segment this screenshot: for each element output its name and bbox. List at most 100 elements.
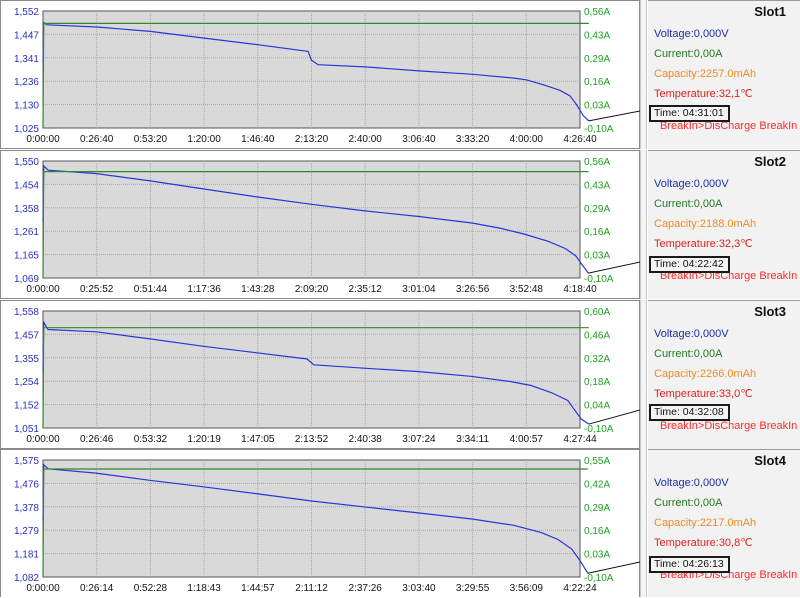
x-tick-label: 0:00:00	[26, 284, 60, 295]
slot-title: Slot2	[754, 154, 786, 169]
x-tick-label: 3:03:40	[402, 583, 436, 594]
capacity-value: 2266.0mAh	[699, 368, 757, 380]
splitter[interactable]	[640, 449, 647, 597]
y-left-tick-label: 1,341	[14, 54, 39, 65]
y-left-tick-label: 1,069	[14, 274, 39, 285]
current-label: Current:	[654, 348, 694, 360]
capacity-value: 2257.0mAh	[699, 68, 757, 80]
x-tick-label: 4:26:40	[563, 134, 597, 145]
y-right-tick-label: 0,56A	[584, 7, 610, 18]
capacity-label: Capacity:	[654, 68, 700, 80]
y-right-tick-label: -0,10A	[584, 274, 614, 285]
slot3-info-panel: Slot3 Voltage:0,000V Current:0,00A Capac…	[648, 300, 800, 449]
capacity-label: Capacity:	[654, 517, 700, 529]
x-tick-label: 4:18:40	[563, 284, 597, 295]
slot4-info-panel: Slot4 Voltage:0,000V Current:0,00A Capac…	[648, 449, 800, 597]
y-left-tick-label: 1,236	[14, 77, 39, 88]
x-tick-label: 0:00:00	[26, 434, 60, 445]
voltage-value: 0,000V	[693, 28, 729, 40]
current-readout: Current:0,00A	[654, 497, 723, 509]
slot1-chart-svg: 0:00:00 0:26:40 0:53:20 1:20:00 1:46:40 2:13:…	[0, 0, 640, 149]
temperature-label: Temperature:	[654, 88, 719, 100]
y-right-tick-label: -0,10A	[584, 424, 614, 435]
x-tick-label: 1:47:05	[241, 434, 275, 445]
y-left-tick-label: 1,454	[14, 180, 39, 191]
current-readout: Current:0,00A	[654, 348, 723, 360]
slot-row-4: 0:00:00 0:26:14 0:52:28 1:18:43 1:44:57 2:11:…	[0, 449, 800, 598]
y-left-tick-label: 1,552	[14, 7, 39, 18]
slot1-info-panel: Slot1 Voltage:0,000V Current:0,00A Capac…	[648, 0, 800, 149]
temperature-readout: Temperature:32,1℃	[654, 87, 753, 100]
x-tick-label: 1:17:36	[187, 284, 221, 295]
temperature-value: 32,3℃	[718, 238, 753, 250]
temperature-label: Temperature:	[654, 238, 719, 250]
y-left-tick-label: 1,355	[14, 354, 39, 365]
voltage-readout: Voltage:0,000V	[654, 178, 729, 190]
splitter[interactable]	[640, 300, 647, 449]
time-value: 04:26:13	[682, 558, 724, 570]
y-right-tick-label: 0,60A	[584, 307, 610, 318]
y-right-tick-label: -0,10A	[584, 124, 614, 135]
slot-row-2: 0:00:00 0:25:52 0:51:44 1:17:36 1:43:28 2:09:…	[0, 150, 800, 299]
capacity-readout: Capacity:2266.0mAh	[654, 368, 756, 380]
x-tick-label: 2:13:20	[295, 134, 329, 145]
x-tick-label: 0:53:32	[134, 434, 168, 445]
temperature-readout: Temperature:30,8℃	[654, 536, 753, 549]
x-tick-label: 3:07:24	[402, 434, 436, 445]
y-left-tick-label: 1,165	[14, 251, 39, 262]
mode-status: BreakIn>DisCharge BreakIn	[660, 420, 798, 432]
slot2-chart: 0:00:00 0:25:52 0:51:44 1:17:36 1:43:28 2:09:…	[0, 150, 640, 299]
temperature-readout: Temperature:33,0℃	[654, 387, 753, 400]
x-tick-label: 3:06:40	[402, 134, 436, 145]
temperature-label: Temperature:	[654, 388, 719, 400]
y-left-tick-label: 1,152	[14, 401, 39, 412]
y-right-tick-label: 0,43A	[584, 180, 610, 191]
splitter[interactable]	[640, 0, 647, 149]
voltage-readout: Voltage:0,000V	[654, 28, 729, 40]
time-label: Time:	[654, 406, 680, 418]
slot4-chart: 0:00:00 0:26:14 0:52:28 1:18:43 1:44:57 2:11:…	[0, 449, 640, 598]
x-tick-label: 2:13:52	[295, 434, 329, 445]
current-readout: Current:0,00A	[654, 198, 723, 210]
y-right-tick-label: 0,46A	[584, 330, 610, 341]
capacity-value: 2188.0mAh	[699, 218, 757, 230]
slot-title: Slot3	[754, 304, 786, 319]
capacity-readout: Capacity:2257.0mAh	[654, 68, 756, 80]
y-right-tick-label: 0,29A	[584, 204, 610, 215]
x-tick-label: 0:52:28	[134, 583, 168, 594]
x-tick-label: 4:00:57	[510, 434, 544, 445]
x-tick-label: 3:29:55	[456, 583, 490, 594]
y-left-tick-label: 1,130	[14, 101, 39, 112]
voltage-readout: Voltage:0,000V	[654, 477, 729, 489]
current-value: 0,00A	[693, 497, 723, 509]
time-label: Time:	[654, 107, 680, 119]
y-left-tick-label: 1,558	[14, 307, 39, 318]
y-right-tick-label: 0,03A	[584, 550, 610, 561]
y-left-tick-label: 1,476	[14, 479, 39, 490]
time-value: 04:22:42	[682, 258, 724, 270]
x-tick-label: 3:52:48	[510, 284, 544, 295]
splitter[interactable]	[640, 150, 647, 299]
y-left-tick-label: 1,457	[14, 330, 39, 341]
y-right-tick-label: 0,16A	[584, 77, 610, 88]
x-tick-label: 2:35:12	[349, 284, 383, 295]
voltage-label: Voltage:	[654, 178, 694, 190]
capacity-readout: Capacity:2188.0mAh	[654, 218, 756, 230]
slot2-time-callout: Time: 04:22:42	[649, 256, 730, 273]
x-tick-label: 3:56:09	[510, 583, 544, 594]
x-tick-label: 2:40:00	[349, 134, 383, 145]
x-tick-label: 0:00:00	[26, 583, 60, 594]
temperature-value: 30,8℃	[718, 537, 753, 549]
y-left-tick-label: 1,254	[14, 377, 39, 388]
capacity-value: 2217.0mAh	[699, 517, 757, 529]
y-left-tick-label: 1,051	[14, 424, 39, 435]
y-right-tick-label: 0,16A	[584, 526, 610, 537]
x-tick-label: 4:22:24	[563, 583, 597, 594]
voltage-value: 0,000V	[693, 178, 729, 190]
x-tick-label: 3:33:20	[456, 134, 490, 145]
x-tick-label: 0:26:14	[80, 583, 114, 594]
capacity-readout: Capacity:2217.0mAh	[654, 517, 756, 529]
x-tick-label: 0:26:40	[80, 134, 114, 145]
y-right-tick-label: 0,42A	[584, 479, 610, 490]
x-tick-label: 0:25:52	[80, 284, 114, 295]
